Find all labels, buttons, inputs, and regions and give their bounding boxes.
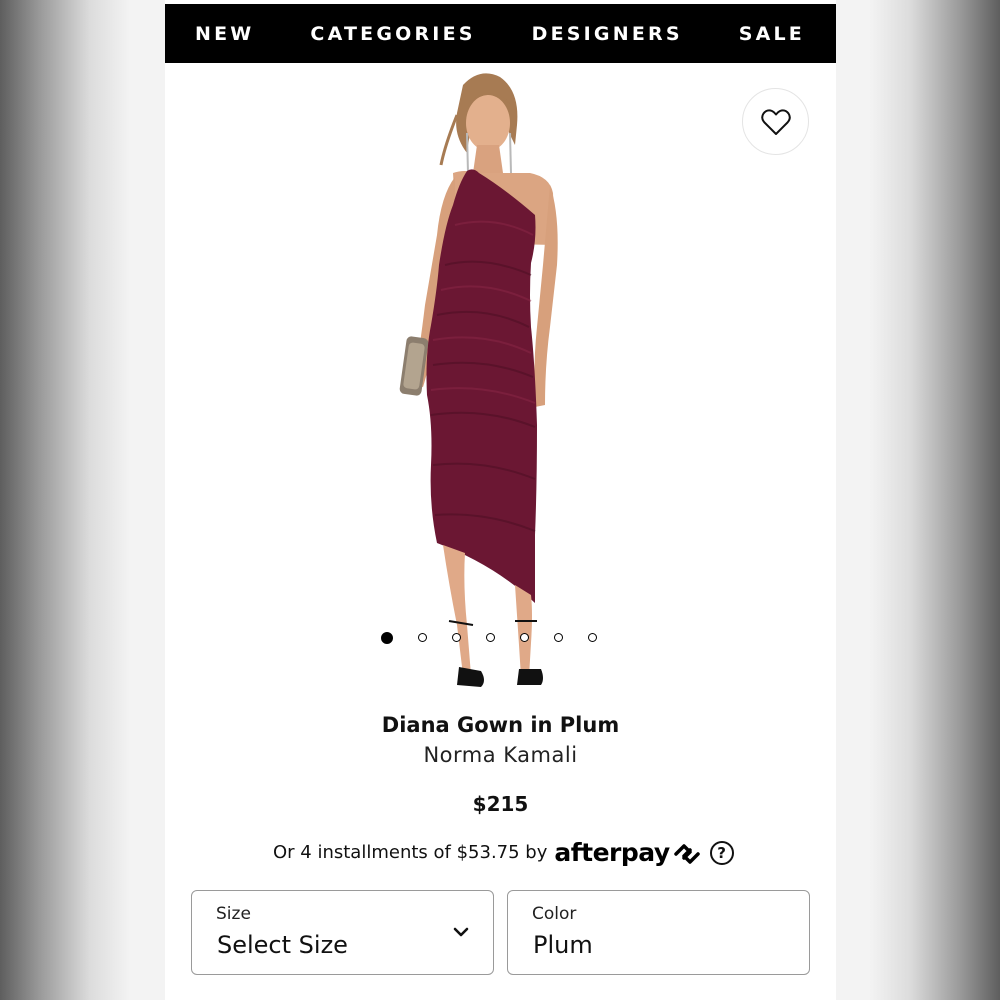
pager-dot-3[interactable] bbox=[452, 633, 461, 642]
chevron-down-icon bbox=[453, 927, 469, 937]
product-price: $215 bbox=[472, 792, 529, 816]
size-select[interactable]: Size Select Size bbox=[191, 890, 494, 975]
color-select-value: Plum bbox=[533, 931, 593, 959]
pager-dot-1[interactable] bbox=[381, 632, 393, 644]
installments-info: Or 4 installments of $53.75 by afterpay … bbox=[273, 838, 734, 867]
heart-icon bbox=[760, 108, 791, 135]
pager-dot-6[interactable] bbox=[554, 633, 563, 642]
pager-dot-5[interactable] bbox=[520, 633, 529, 642]
color-select-label: Color bbox=[532, 904, 577, 924]
product-brand[interactable]: Norma Kamali bbox=[165, 743, 836, 767]
top-nav: NEW CATEGORIES DESIGNERS SALE bbox=[165, 4, 836, 63]
afterpay-wordmark: afterpay bbox=[554, 838, 670, 867]
size-select-label: Size bbox=[216, 904, 251, 924]
image-pager bbox=[381, 632, 597, 644]
afterpay-logo-icon bbox=[673, 843, 700, 864]
size-select-value: Select Size bbox=[217, 931, 348, 959]
pager-dot-4[interactable] bbox=[486, 633, 495, 642]
product-page: NEW CATEGORIES DESIGNERS SALE Diana Gown… bbox=[165, 0, 836, 1000]
color-select[interactable]: Color Plum bbox=[507, 890, 810, 975]
product-title: Diana Gown in Plum bbox=[381, 713, 620, 737]
product-image[interactable] bbox=[345, 65, 615, 703]
pager-dot-7[interactable] bbox=[588, 633, 597, 642]
nav-item-sale[interactable]: SALE bbox=[739, 23, 805, 45]
favorite-button[interactable] bbox=[742, 88, 809, 155]
installments-text: Or 4 installments of $53.75 by bbox=[273, 842, 548, 863]
nav-item-designers[interactable]: DESIGNERS bbox=[532, 23, 683, 45]
afterpay-help-button[interactable]: ? bbox=[709, 840, 734, 865]
nav-item-new[interactable]: NEW bbox=[195, 23, 254, 45]
pager-dot-2[interactable] bbox=[418, 633, 427, 642]
nav-item-categories[interactable]: CATEGORIES bbox=[310, 23, 475, 45]
